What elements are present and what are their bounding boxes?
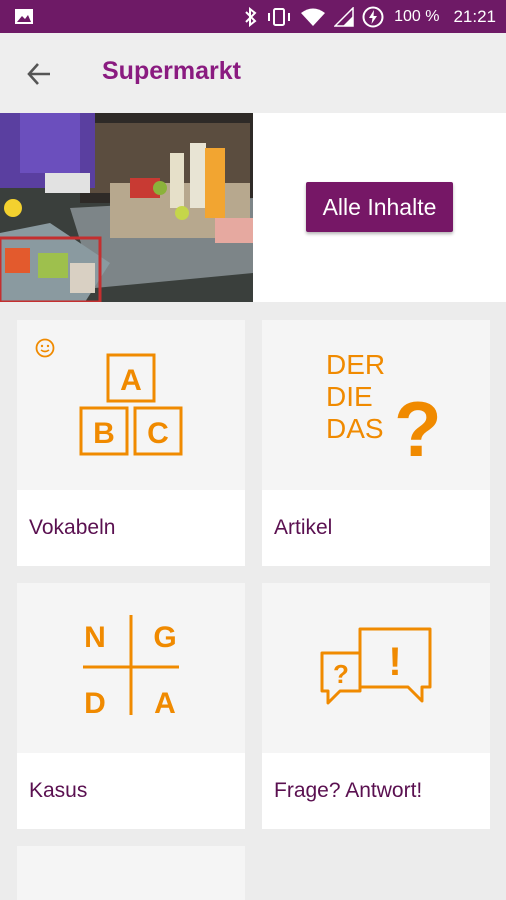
tile-artikel[interactable]: DER DIE DAS ? Artikel — [262, 320, 490, 566]
tile-label: Vokabeln — [29, 516, 116, 539]
page-title: Supermarkt — [102, 57, 241, 85]
tile-partial[interactable] — [17, 846, 245, 900]
tile-label: Kasus — [29, 779, 88, 802]
tile-label: Artikel — [274, 516, 333, 539]
letter-c: C — [147, 417, 169, 450]
arrow-left-icon — [27, 63, 50, 85]
speech-bubbles-icon: ? ! — [320, 627, 432, 705]
tile-image-area — [17, 846, 245, 900]
app-bar: Supermarkt — [0, 33, 506, 113]
back-button[interactable] — [22, 57, 56, 91]
letter-g: G — [153, 621, 176, 654]
supermarket-image — [0, 113, 253, 302]
signal-icon — [334, 6, 354, 27]
letter-a: A — [154, 687, 176, 720]
letter-a: A — [120, 364, 142, 397]
wifi-icon — [300, 7, 326, 27]
abc-blocks-icon: A B C — [79, 353, 183, 456]
bluetooth-icon — [244, 6, 258, 27]
word-die: DIE — [326, 381, 373, 412]
question-mark: ? — [333, 659, 349, 689]
tile-frage-antwort[interactable]: ? ! Frage? Antwort! — [262, 583, 490, 829]
question-mark: ? — [394, 385, 442, 473]
all-content-button[interactable]: Alle Inhalte — [306, 182, 453, 232]
clock: 21:21 — [453, 6, 496, 26]
ngda-icon: N G D A — [83, 615, 179, 720]
exclamation-mark: ! — [388, 640, 401, 684]
vibrate-icon — [266, 7, 292, 27]
word-das: DAS — [326, 413, 384, 444]
gallery-notification-icon — [14, 8, 34, 25]
word-der: DER — [326, 349, 385, 380]
tile-vokabeln[interactable]: A B C Vokabeln — [17, 320, 245, 566]
letter-b: B — [93, 417, 115, 450]
tile-kasus[interactable]: N G D A Kasus — [17, 583, 245, 829]
status-bar: 100 % 21:21 — [0, 0, 506, 33]
letter-d: D — [84, 687, 106, 720]
battery-percentage: 100 % — [394, 7, 440, 25]
letter-n: N — [84, 621, 106, 654]
battery-saver-icon — [362, 6, 384, 28]
der-die-das-icon: DER DIE DAS ? — [326, 349, 442, 473]
hero-section: Alle Inhalte — [0, 113, 506, 302]
tile-label: Frage? Antwort! — [274, 779, 423, 802]
